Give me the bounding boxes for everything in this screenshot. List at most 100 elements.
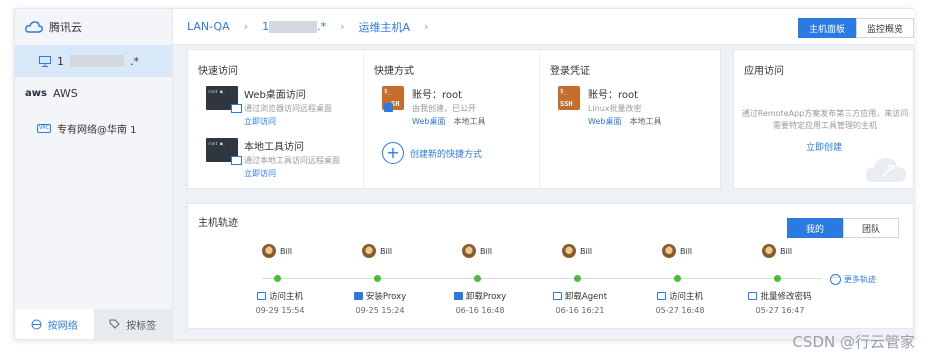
- create-shortcut-label: 创建新的快捷方式: [410, 149, 483, 160]
- chevron-right-icon: ›: [340, 20, 345, 33]
- monitor-icon: [748, 292, 758, 300]
- app-access-title: 应用访问: [744, 66, 784, 77]
- aws-logo: aws: [25, 88, 47, 99]
- sidebar: 腾讯云 1 .* aws AWS VPC 专有网络@华南 1 按网络 按标签: [15, 9, 173, 339]
- event-date: 09-29 15:54: [255, 306, 305, 315]
- monitor-icon: [656, 292, 666, 300]
- tab-by-tag-label: 按标签: [126, 320, 157, 332]
- web-desktop-title: Web桌面访问: [244, 90, 306, 101]
- avatar: [762, 244, 776, 258]
- host-panel-button[interactable]: 主机面板: [798, 18, 856, 38]
- ssh-icon: $_ SSH: [558, 86, 580, 110]
- tab-by-network-label: 按网络: [47, 320, 78, 332]
- event-action: 访问主机: [268, 292, 303, 302]
- sidebar-item-vpc[interactable]: VPC 专有网络@华南 1: [37, 121, 137, 136]
- monitor-icon: [39, 55, 51, 67]
- avatar: [562, 244, 576, 258]
- track-mine-button[interactable]: 我的: [787, 218, 843, 238]
- monitor-icon: [256, 292, 266, 300]
- host-prefix: 1: [57, 54, 64, 68]
- timeline-dot: [474, 275, 481, 282]
- event-action: 卸载Agent: [564, 292, 608, 302]
- proxy-icon: [353, 292, 363, 300]
- app-access-desc: 通过RemoteApp方案发布第三方应用，来访问需要特定应用工具管理的主机: [741, 109, 909, 130]
- chevron-right-icon: ›: [424, 20, 429, 33]
- watermark: CSDN @行云管家: [792, 333, 915, 351]
- timeline-line: [262, 278, 822, 279]
- avatar: [662, 244, 676, 258]
- avatar: [362, 244, 376, 258]
- credential-local-tool[interactable]: 本地工具: [629, 117, 661, 126]
- avatar: [262, 244, 276, 258]
- ssh-share-icon: $_ SH: [382, 86, 404, 112]
- event-date: 05-27 16:47: [755, 306, 805, 315]
- breadcrumb-item-lan[interactable]: LAN-QA: [187, 20, 230, 33]
- tab-by-tag[interactable]: 按标签: [93, 309, 172, 339]
- sidebar-item-host[interactable]: 1 .*: [15, 45, 172, 77]
- cloud-tool-icon: [865, 158, 907, 182]
- create-shortcut-button[interactable]: + 创建新的快捷方式: [382, 142, 482, 164]
- web-desktop-link[interactable]: 立即访问: [244, 116, 332, 127]
- chevron-right-icon: ›: [243, 20, 249, 33]
- plus-icon: +: [382, 142, 404, 164]
- terminal-icon: [206, 86, 242, 113]
- event-user: Bill: [280, 246, 293, 256]
- monitor-overview-button[interactable]: 监控概览: [856, 18, 914, 38]
- event-action: 卸载Proxy: [465, 292, 507, 302]
- shortcut-web-link[interactable]: Web桌面: [412, 117, 445, 126]
- tencent-cloud-icon: [25, 21, 43, 33]
- breadcrumb-host-prefix: 1: [262, 20, 270, 33]
- more-track-link[interactable]: ··· 更多轨迹: [830, 274, 876, 285]
- timeline-dot: [274, 275, 281, 282]
- event-user: Bill: [580, 246, 593, 256]
- local-tool-link[interactable]: 立即访问: [244, 168, 340, 179]
- app-window: 腾讯云 1 .* aws AWS VPC 专有网络@华南 1 按网络 按标签 L…: [14, 8, 914, 340]
- breadcrumb-item-host[interactable]: 1 .*: [262, 20, 326, 33]
- more-icon: ···: [830, 274, 841, 285]
- event-action: 批量修改密码: [760, 292, 812, 302]
- tab-by-network[interactable]: 按网络: [15, 309, 94, 339]
- redacted-ip: [70, 55, 124, 67]
- more-track-label: 更多轨迹: [844, 275, 876, 284]
- shortcut-section: 快捷方式 $_ SH 账号：root 由我创建，已公开 Web桌面 本地工具 + 创…: [364, 50, 540, 188]
- event-user: Bill: [480, 246, 493, 256]
- timeline-dot: [774, 275, 781, 282]
- credential-account: 账号：root: [588, 90, 639, 101]
- local-tool-desc: 通过本地工具访问远程桌面: [244, 156, 340, 165]
- event-action: 安装Proxy: [365, 292, 407, 302]
- aws-entry[interactable]: aws AWS: [25, 87, 78, 100]
- credential-section: 登录凭证 $_ SSH 账号：root Linux批量改密 Web桌面 本地工具: [540, 50, 720, 188]
- breadcrumb-item-current[interactable]: 运维主机A: [359, 19, 411, 35]
- tag-icon: [109, 319, 120, 329]
- vpc-label: 专有网络@华南 1: [57, 125, 137, 136]
- credential-web-link[interactable]: Web桌面: [588, 117, 621, 126]
- tencent-cloud-label: 腾讯云: [49, 21, 82, 34]
- event-date: 05-27 16:48: [655, 306, 705, 315]
- view-switch: 主机面板 监控概览: [798, 18, 914, 38]
- tencent-cloud-entry[interactable]: 腾讯云: [25, 19, 82, 35]
- event-action: 访问主机: [668, 292, 703, 302]
- event-date: 09-25 15:24: [355, 306, 405, 315]
- event-date: 06-16 16:21: [555, 306, 605, 315]
- credential-title: 登录凭证: [550, 66, 590, 77]
- aws-label: AWS: [52, 87, 78, 100]
- redacted-ip: [269, 21, 318, 33]
- host-suffix: .*: [130, 54, 139, 68]
- timeline-dot: [674, 275, 681, 282]
- event-user: Bill: [780, 246, 793, 256]
- event-user: Bill: [380, 246, 393, 256]
- track-filter: 我的 团队: [787, 218, 899, 238]
- terminal-icon: [206, 138, 242, 165]
- timeline-dot: [374, 275, 381, 282]
- breadcrumb: LAN-QA › 1 .* › 运维主机A ›: [187, 19, 442, 35]
- breadcrumb-host-suffix: .*: [317, 20, 327, 33]
- top-bar: LAN-QA › 1 .* › 运维主机A › 主机面板 监控概览: [173, 9, 914, 45]
- agent-icon: [552, 292, 562, 300]
- event-date: 06-16 16:48: [455, 306, 505, 315]
- shortcut-title: 快捷方式: [374, 66, 414, 77]
- track-team-button[interactable]: 团队: [843, 218, 899, 238]
- shortcut-local-tool[interactable]: 本地工具: [453, 117, 485, 126]
- sidebar-tabs: 按网络 按标签: [15, 309, 172, 339]
- vpc-icon: VPC: [37, 124, 51, 133]
- web-desktop-desc: 通过浏览器访问远程桌面: [244, 104, 332, 113]
